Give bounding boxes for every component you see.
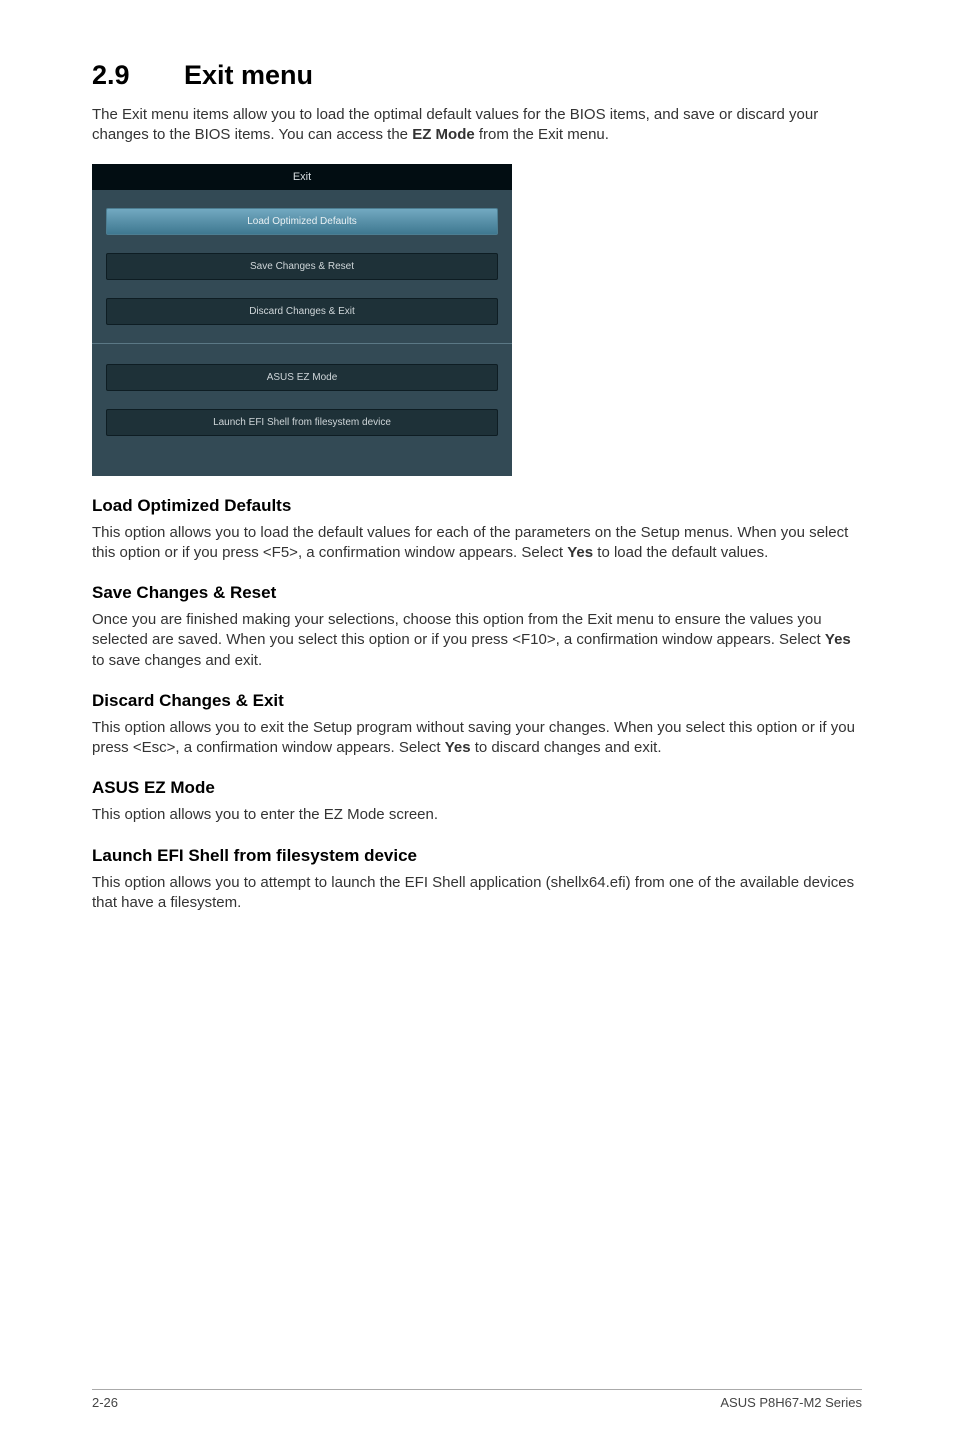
footer-product-name: ASUS P8H67-M2 Series [720,1395,862,1410]
subheading-save-changes: Save Changes & Reset [92,583,862,603]
body-bold-2: Yes [825,631,851,648]
section-title: Exit menu [184,60,313,91]
body-bold-1: Yes [567,544,593,561]
body-launch-efi: This option allows you to attempt to lau… [92,873,862,914]
subheading-asus-ez-mode: ASUS EZ Mode [92,778,862,798]
bios-load-optimized-defaults-button[interactable]: Load Optimized Defaults [106,208,498,235]
body-asus-ez-mode: This option allows you to enter the EZ M… [92,805,862,825]
intro-bold: EZ Mode [412,126,475,143]
footer-page-number: 2-26 [92,1395,118,1410]
section-number: 2.9 [92,60,130,91]
subheading-load-optimized: Load Optimized Defaults [92,496,862,516]
body-discard-changes: This option allows you to exit the Setup… [92,718,862,759]
bios-discard-changes-exit-button[interactable]: Discard Changes & Exit [106,298,498,325]
body-load-optimized: This option allows you to load the defau… [92,523,862,564]
subheading-launch-efi: Launch EFI Shell from filesystem device [92,846,862,866]
bios-panel-header: Exit [92,164,512,190]
section-header: 2.9 Exit menu [92,60,862,91]
bios-launch-efi-shell-button[interactable]: Launch EFI Shell from filesystem device [106,409,498,436]
bios-asus-ez-mode-button[interactable]: ASUS EZ Mode [106,364,498,391]
bios-save-changes-reset-button[interactable]: Save Changes & Reset [106,253,498,280]
intro-text-2: from the Exit menu. [475,126,609,143]
body-text-2b: to save changes and exit. [92,652,262,669]
bios-separator [92,343,512,344]
page-footer: 2-26 ASUS P8H67-M2 Series [92,1389,862,1410]
intro-paragraph: The Exit menu items allow you to load th… [92,105,862,146]
bios-exit-panel: Exit Load Optimized Defaults Save Change… [92,164,512,476]
body-text-3b: to discard changes and exit. [471,739,662,756]
bios-panel-body: Load Optimized Defaults Save Changes & R… [92,190,512,458]
body-text-1b: to load the default values. [593,544,768,561]
body-text-2a: Once you are finished making your select… [92,611,825,648]
body-bold-3: Yes [445,739,471,756]
subheading-discard-changes: Discard Changes & Exit [92,691,862,711]
body-save-changes: Once you are finished making your select… [92,610,862,671]
